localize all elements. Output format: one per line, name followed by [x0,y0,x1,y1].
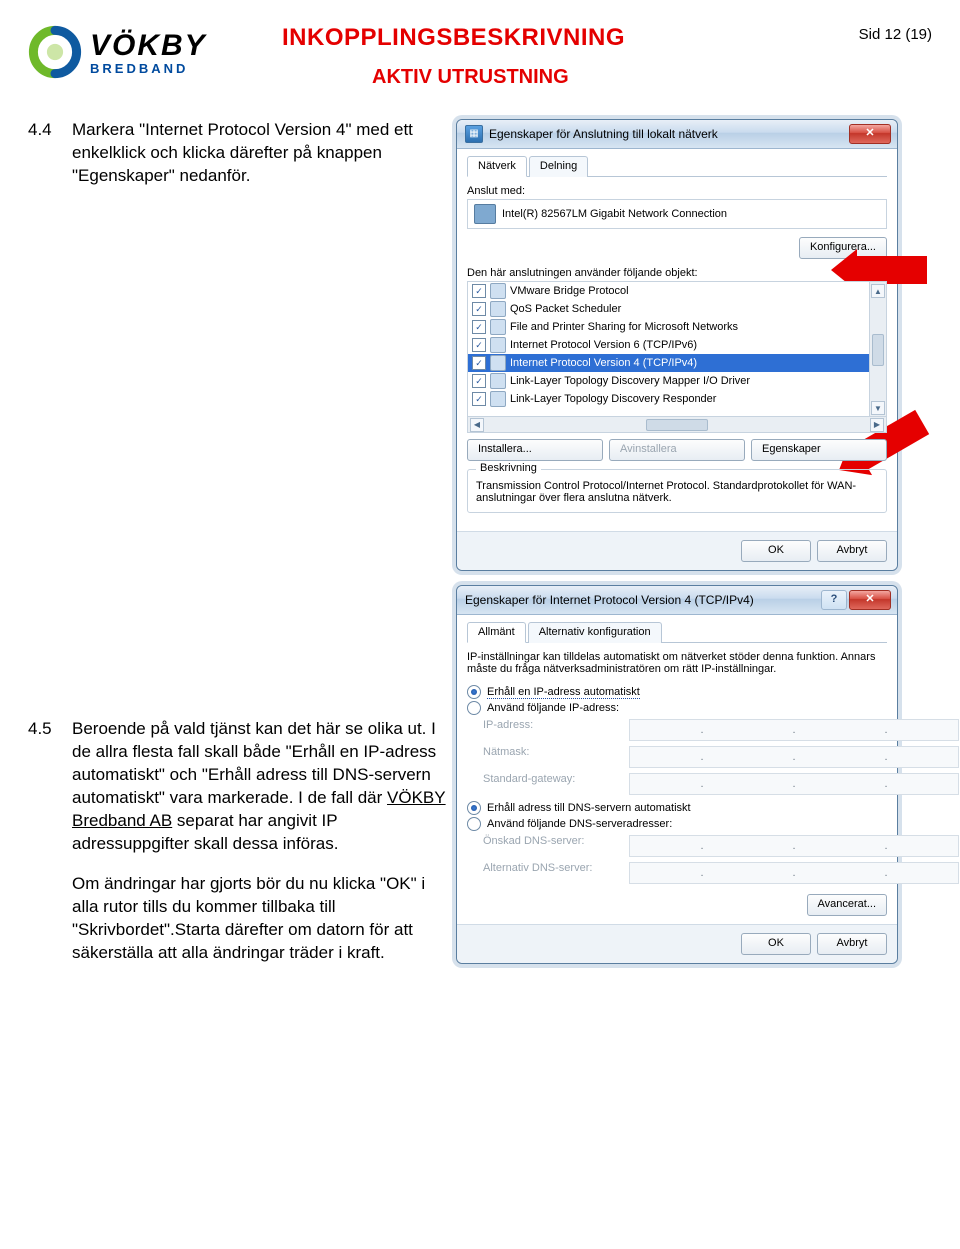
step-4-4-number: 4.4 [28,119,62,188]
adapter-box: Intel(R) 82567LM Gigabit Network Connect… [467,199,887,229]
properties-button[interactable]: Egenskaper [751,439,887,461]
radio-obtain-ip[interactable]: Erhåll en IP-adress automatiskt [467,685,887,699]
list-item-selected: Internet Protocol Version 4 (TCP/IPv4) [468,354,886,372]
checkbox-icon[interactable] [472,320,486,334]
alternate-dns-label: Alternativ DNS-server: [483,862,623,884]
scroll-thumb[interactable] [872,334,884,366]
logo-word: VÖKBY [90,29,207,63]
radio-icon [467,701,481,715]
tab-altconfig[interactable]: Alternativ konfiguration [528,622,662,643]
vokby-logo-mark [28,25,82,79]
logo-sub: BREDBAND [90,61,207,76]
gateway-field: ... [629,773,959,795]
description-group: Beskrivning Transmission Control Protoco… [467,469,887,513]
tab-network[interactable]: Nätverk [467,156,527,177]
step-4-4: 4.4 Markera "Internet Protocol Version 4… [28,119,448,188]
tab-general[interactable]: Allmänt [467,622,526,643]
network-icon: ▦ [465,125,483,143]
scroll-left-icon[interactable]: ◀ [470,418,484,432]
radio-icon [467,801,481,815]
ip-address-label: IP-adress: [483,719,623,741]
list-item: QoS Packet Scheduler [468,300,886,318]
nic-icon [474,204,496,224]
vertical-scrollbar[interactable]: ▲ ▼ [869,282,886,417]
doc-title: INKOPPLINGSBESKRIVNING [282,24,845,52]
description-title: Beskrivning [476,462,541,474]
page-number: Sid 12 (19) [859,26,932,43]
subnet-mask-label: Nätmask: [483,746,623,768]
scroll-thumb[interactable] [646,419,708,431]
list-item: Internet Protocol Version 6 (TCP/IPv6) [468,336,886,354]
protocol-icon [490,319,506,335]
scroll-right-icon[interactable]: ▶ [870,418,884,432]
checkbox-icon[interactable] [472,302,486,316]
alternate-dns-field: ... [629,862,959,884]
preferred-dns-label: Önskad DNS-server: [483,835,623,857]
step-4-5-p2: Om ändringar har gjorts bör du nu klicka… [72,873,448,965]
horizontal-scrollbar[interactable]: ◀ ▶ [468,416,886,432]
intro-text: IP-inställningar kan tilldelas automatis… [467,651,887,675]
doc-subtitle: AKTIV UTRUSTNING [372,66,845,89]
advanced-button[interactable]: Avancerat... [807,894,888,916]
tab-sharing[interactable]: Delning [529,156,588,177]
gateway-label: Standard-gateway: [483,773,623,795]
description-text: Transmission Control Protocol/Internet P… [476,480,878,504]
checkbox-icon[interactable] [472,338,486,352]
list-item: VMware Bridge Protocol [468,282,886,300]
radio-obtain-dns[interactable]: Erhåll adress till DNS-servern automatis… [467,801,887,815]
items-list-label: Den här anslutningen använder följande o… [467,267,887,279]
dialog2-title: Egenskaper för Internet Protocol Version… [465,593,754,607]
network-properties-dialog: ▦ Egenskaper för Anslutning till lokalt … [456,119,898,571]
step-4-5: 4.5 Beroende på vald tjänst kan det här … [28,718,448,965]
protocol-list[interactable]: VMware Bridge Protocol QoS Packet Schedu… [467,281,887,433]
list-item: Link-Layer Topology Discovery Mapper I/O… [468,372,886,390]
ip-address-field: ... [629,719,959,741]
checkbox-icon[interactable] [472,356,486,370]
radio-icon [467,685,481,699]
install-button[interactable]: Installera... [467,439,603,461]
ok-button[interactable]: OK [741,933,811,955]
subnet-mask-field: ... [629,746,959,768]
protocol-icon [490,373,506,389]
checkbox-icon[interactable] [472,374,486,388]
step-4-5-number: 4.5 [28,718,62,965]
cancel-button[interactable]: Avbryt [817,933,887,955]
radio-icon [467,817,481,831]
close-button[interactable]: ✕ [849,590,891,610]
protocol-icon [490,337,506,353]
vokby-logo: VÖKBY BREDBAND [28,20,268,84]
checkbox-icon[interactable] [472,392,486,406]
scroll-down-icon[interactable]: ▼ [871,401,885,415]
ipv4-properties-dialog: Egenskaper för Internet Protocol Version… [456,585,898,964]
red-arrow-ipv4 [855,256,927,284]
uninstall-button: Avinstallera [609,439,745,461]
adapter-name: Intel(R) 82567LM Gigabit Network Connect… [502,208,727,220]
list-item: File and Printer Sharing for Microsoft N… [468,318,886,336]
connect-with-label: Anslut med: [467,185,887,197]
checkbox-icon[interactable] [472,284,486,298]
preferred-dns-field: ... [629,835,959,857]
radio-use-ip[interactable]: Använd följande IP-adress: [467,701,887,715]
ok-button[interactable]: OK [741,540,811,562]
dialog1-title: Egenskaper för Anslutning till lokalt nä… [489,127,718,141]
step-4-5-p1a: Beroende på vald tjänst kan det här se o… [72,719,436,807]
radio-use-dns[interactable]: Använd följande DNS-serveradresser: [467,817,887,831]
protocol-icon [490,283,506,299]
cancel-button[interactable]: Avbryt [817,540,887,562]
list-item: Link-Layer Topology Discovery Responder [468,390,886,408]
help-button[interactable]: ? [821,590,847,610]
protocol-icon [490,391,506,407]
close-button[interactable]: ✕ [849,124,891,144]
step-4-4-text: Markera "Internet Protocol Version 4" me… [72,119,448,188]
protocol-icon [490,301,506,317]
protocol-icon [490,355,506,371]
scroll-up-icon[interactable]: ▲ [871,284,885,298]
